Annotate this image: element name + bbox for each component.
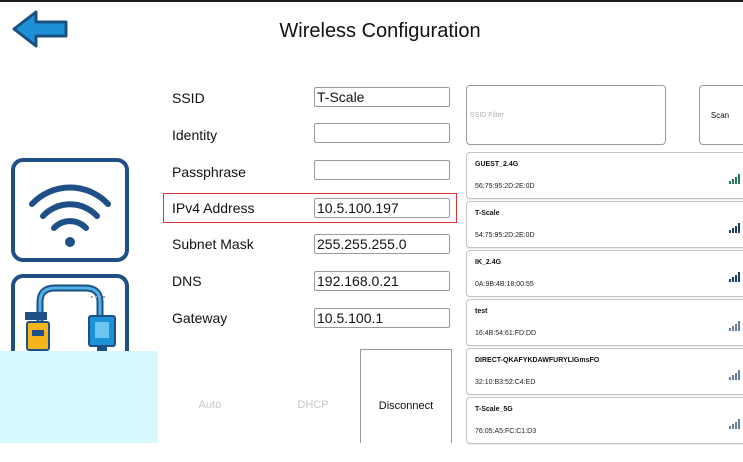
ipv4-field[interactable]: 10.5.100.197 [314, 198, 450, 218]
network-list-item[interactable]: IK_2.4G 0A:9B:4B:18:00:55 [466, 250, 743, 297]
gateway-label: Gateway [172, 310, 228, 326]
passphrase-field[interactable] [314, 160, 450, 180]
network-list-item[interactable]: DIRECT-QKAFYKDAWFURYLIGmsFO 32:10:B3:52:C… [466, 348, 743, 395]
network-list-item[interactable]: T-Scale 54:75:95:2D:2E:0D [466, 201, 743, 248]
ssid-field[interactable]: T-Scale [314, 87, 450, 107]
network-mac: 56:75:95:2D:2E:0D [475, 183, 535, 190]
dns-field[interactable]: 192.168.0.21 [314, 271, 450, 291]
disconnect-button[interactable]: Disconnect [360, 349, 452, 443]
ipv4-label: IPv4 Address [172, 200, 255, 216]
network-name: T-Scale [475, 210, 500, 217]
passphrase-label: Passphrase [172, 164, 246, 180]
signal-strength-icon [729, 272, 740, 282]
ssid-filter-input[interactable]: SSID Filter [466, 85, 666, 145]
subnet-field[interactable]: 255.255.255.0 [314, 234, 450, 254]
network-name: test [475, 308, 488, 315]
top-border [0, 0, 743, 2]
signal-strength-icon [729, 321, 740, 331]
signal-strength-icon [729, 223, 740, 233]
scan-button[interactable]: Scan [699, 85, 743, 145]
network-mac: 16:4B:54:61:FD:DD [475, 330, 537, 337]
network-name: GUEST_2.4G [475, 161, 519, 168]
network-list-item[interactable]: GUEST_2.4G 56:75:95:2D:2E:0D [466, 152, 743, 199]
signal-strength-icon [729, 419, 740, 429]
identity-label: Identity [172, 127, 218, 143]
ssid-label: SSID [172, 90, 205, 106]
wifi-icon [29, 184, 111, 247]
subnet-label: Subnet Mask [172, 236, 254, 252]
signal-strength-icon [729, 174, 740, 184]
network-mac: 0A:9B:4B:18:00:55 [475, 281, 534, 288]
back-arrow-icon[interactable] [10, 8, 70, 50]
network-mac: 76:05:A5:FC:C1:D3 [475, 428, 537, 435]
network-mac: 54:75:95:2D:2E:0D [475, 232, 535, 239]
dns-label: DNS [172, 273, 202, 289]
network-name: DIRECT-QKAFYKDAWFURYLIGmsFO [475, 357, 600, 364]
network-list-item[interactable]: test 16:4B:54:61:FD:DD [466, 299, 743, 346]
network-name: IK_2.4G [475, 259, 502, 266]
network-list-item[interactable]: T-Scale_5G 76:05:A5:FC:C1:D3 [466, 397, 743, 444]
network-name: T-Scale_5G [475, 406, 513, 413]
side-panel-background [0, 351, 158, 443]
identity-field[interactable] [314, 123, 450, 143]
signal-strength-icon [729, 370, 740, 380]
network-mac: 32:10:B3:52:C4:ED [475, 379, 536, 386]
auto-button[interactable]: Auto [180, 399, 240, 411]
page-title: Wireless Configuration [279, 20, 481, 42]
dhcp-button[interactable]: DHCP [283, 399, 343, 411]
gateway-field[interactable]: 10.5.100.1 [314, 308, 450, 328]
wifi-mode-button[interactable] [11, 158, 129, 262]
